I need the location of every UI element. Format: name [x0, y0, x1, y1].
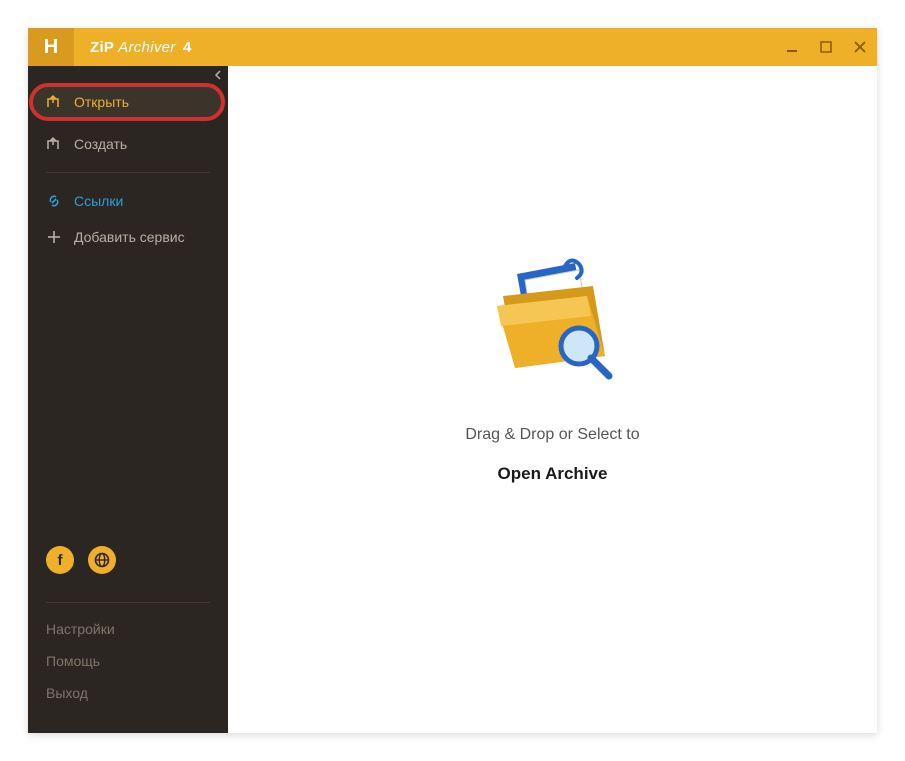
sidebar-item-label: Ссылки	[74, 193, 123, 209]
close-button[interactable]	[843, 28, 877, 66]
web-button[interactable]	[88, 546, 116, 574]
app-title: ZiP Archiver 4	[90, 39, 192, 56]
open-icon	[46, 94, 62, 110]
app-title-rest: Archiver	[114, 39, 175, 56]
footer-link-exit[interactable]: Выход	[46, 677, 210, 709]
app-window: H ZiP Archiver 4	[28, 28, 877, 733]
app-logo-letter: H	[44, 36, 58, 59]
maximize-button[interactable]	[809, 28, 843, 66]
drop-hint-text: Drag & Drop or Select to	[465, 426, 639, 444]
sidebar-item-label: Создать	[74, 136, 127, 152]
titlebar: H ZiP Archiver 4	[28, 28, 877, 66]
app-title-zip: ZiP	[90, 39, 114, 56]
facebook-button[interactable]: f	[46, 546, 74, 574]
app-body: Открыть Создать Ссылки Добавить серв	[28, 66, 877, 733]
minimize-icon	[786, 41, 798, 53]
sidebar-item-add-service[interactable]: Добавить сервис	[28, 219, 228, 255]
maximize-icon	[820, 41, 832, 53]
sidebar-item-open[interactable]: Открыть	[30, 84, 224, 120]
chevron-left-icon	[214, 70, 222, 80]
facebook-icon: f	[58, 552, 63, 569]
folder-illustration	[483, 256, 623, 386]
sidebar-footer: f Настройки Помощь Выход	[28, 546, 228, 733]
link-icon	[46, 193, 62, 209]
sidebar-item-label: Открыть	[74, 94, 129, 110]
open-archive-label: Open Archive	[498, 464, 608, 484]
window-controls	[775, 28, 877, 66]
close-icon	[854, 41, 866, 53]
footer-link-settings[interactable]: Настройки	[46, 613, 210, 645]
sidebar: Открыть Создать Ссылки Добавить серв	[28, 66, 228, 733]
sidebar-item-links[interactable]: Ссылки	[28, 183, 228, 219]
sidebar-item-create[interactable]: Создать	[28, 126, 228, 162]
plus-icon	[46, 230, 62, 244]
main-drop-area[interactable]: Drag & Drop or Select to Open Archive	[228, 66, 877, 733]
globe-icon	[94, 552, 110, 568]
app-version: 4	[183, 39, 192, 56]
collapse-sidebar-button[interactable]	[214, 70, 222, 83]
create-icon	[46, 136, 62, 152]
social-row: f	[46, 546, 210, 574]
minimize-button[interactable]	[775, 28, 809, 66]
app-logo: H	[28, 28, 74, 66]
footer-link-help[interactable]: Помощь	[46, 645, 210, 677]
divider	[46, 172, 210, 173]
sidebar-item-label: Добавить сервис	[74, 229, 185, 245]
divider	[46, 602, 210, 603]
